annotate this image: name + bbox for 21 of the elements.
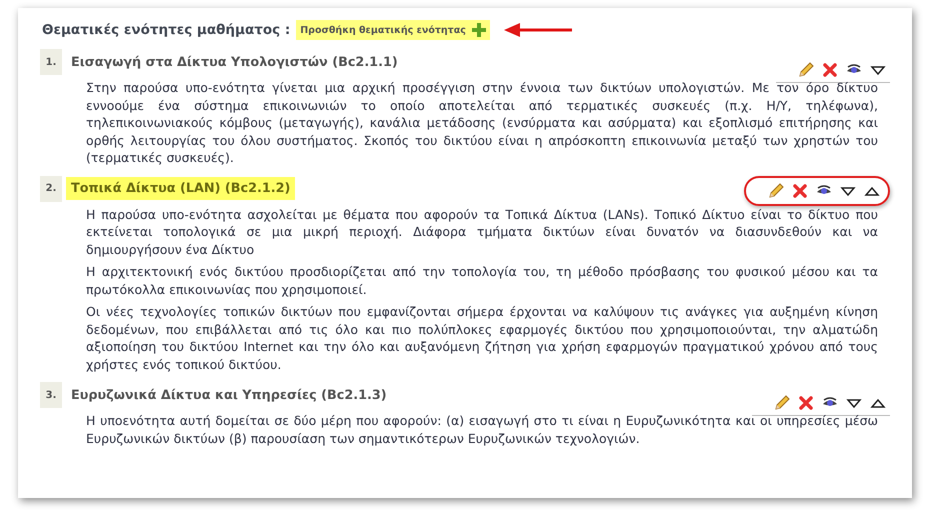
unit-title[interactable]: Τοπικά Δίκτυα (LAN) (Bc2.1.2): [66, 177, 296, 200]
unit-title[interactable]: Εισαγωγή στα Δίκτυα Υπολογιστών (Bc2.1.1): [66, 50, 403, 74]
delete-icon[interactable]: [798, 394, 814, 410]
unit-description: Η υποενότητα αυτή δομείται σε δύο μέρη που αφορούν: (α) εισαγωγή στο τι είναι η Ευρυζωνικότητα και οι υπηρεσίες μέσω Ευρυζωνικών δικτύων (β) παρουσίαση των σημαντικότερων Ευρυζωνικών τεχνολογιών.: [86, 412, 878, 447]
unit-number: 3.: [40, 382, 62, 408]
pencil-icon[interactable]: [774, 394, 790, 410]
unit-description: Η παρούσα υπο-ενότητα ασχολείται με θέματα που αφορούν τα Τοπικά Δίκτυα (LANs). Τοπικό Δίκτυο είναι το δίκτυο που εκτείνεται τοπολογικά σε μια μικρή περιοχή. Διάφορα τμήματα δικτύων είναι δυνατόν να διασυνδεθούν και να δημιουργήσουν ένα Δίκτυο: [86, 206, 878, 258]
delete-icon[interactable]: [822, 62, 838, 78]
unit-description: Οι νέες τεχνολογίες τοπικών δικτύων που εμφανίζονται σήμερα έρχονται να καλύψουν τις ανάγκες για αυξημένη κίνηση δεδομένων, που επιβάλλεται από τις όλο και πιο πολύπλοκες εφαρμογές δικτύου που χρησιμοποιούνται, την αλματώδη αξιοποίηση του δικτύου Internet και την όλο και αυξανόμενη ζήτηση για χρήση εφαρμογών πραγματικού χρόνου από τους χρήστες ενός τοπικού δικτύου.: [86, 303, 878, 373]
unit-title[interactable]: Ευρυζωνικά Δίκτυα και Υπηρεσίες (Bc2.1.3): [66, 384, 392, 406]
pencil-icon[interactable]: [768, 182, 784, 198]
pencil-icon[interactable]: [798, 62, 814, 78]
annotation-arrow: [504, 23, 574, 37]
delete-icon[interactable]: [792, 182, 808, 198]
page-heading: Θεματικές ενότητες μαθήματος :: [42, 22, 290, 38]
unit-number: 2.: [40, 176, 62, 202]
unit-number: 1.: [40, 49, 62, 75]
unit-description: Στην παρούσα υπο-ενότητα γίνεται μια αρχική προσέγγιση στην έννοια των δικτύων υπολογιστών. Με τον όρο δίκτυο εννοούμε ένα σύστημα επικοινωνιών το οποίο αποτελείται από τερματικές συσκευές (π.χ. Η/Υ, τηλέφωνα), τηλεπικοινωνιακούς κόμβους (μεταγωγής), κανάλια μετάδοσης (ενσύρματα και ασύρματα) και εξοπλισμό επιτήρησης και ορθής λειτουργίας του όλου συστήματος. Σκοπός του δικτύου είναι η απρόσκοπτη επικοινωνία μεταξύ των χρηστών του (τερματικές συσκευές).: [86, 79, 878, 166]
add-unit-button[interactable]: Προσθήκη θεματικής ενότητας: [296, 20, 490, 40]
plus-icon: [472, 23, 486, 37]
unit-description: Η αρχιτεκτονική ενός δικτύου προσδιορίζεται από την τοπολογία του, τη μέθοδο πρόσβασης του φυσικού μέσου και τα πρωτόκολλα επικοινωνίας που χρησιμοποιεί.: [86, 263, 878, 298]
